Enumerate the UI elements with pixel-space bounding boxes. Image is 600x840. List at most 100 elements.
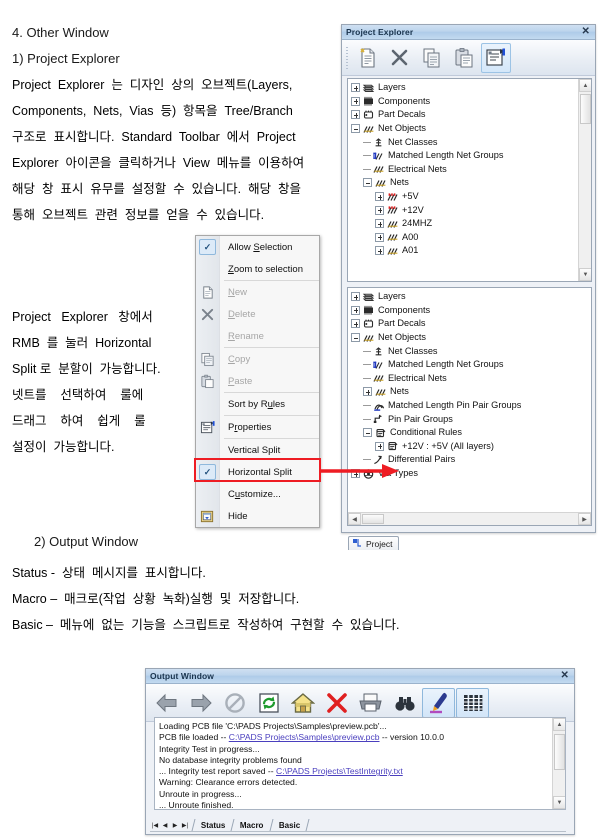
tree-item[interactable]: Net Classes [351,135,578,149]
expand-icon[interactable] [363,387,372,397]
copy-icon[interactable] [417,43,447,73]
collapse-icon[interactable] [351,333,360,343]
output-tabs-divider [150,831,566,832]
close-icon[interactable]: ✕ [561,671,570,681]
expand-icon[interactable] [375,246,384,256]
tree-bottom-horizontal-scrollbar[interactable]: ◀ ▶ [348,512,591,525]
scroll-up-icon[interactable]: ▲ [553,718,565,731]
collapse-icon[interactable] [363,428,372,438]
tree-item[interactable]: +12V [351,203,578,217]
tab-project[interactable]: Project [348,536,400,550]
conditional-rules-icon [374,427,387,439]
stop-icon[interactable] [218,688,251,718]
new-icon[interactable] [353,43,383,73]
tree-item-label: Components [378,95,431,106]
menu-item-properties[interactable]: Properties [196,416,319,438]
tree-item[interactable]: Nets [351,385,591,399]
tree-item[interactable]: Net Classes [351,344,591,358]
scroll-down-icon[interactable]: ▼ [553,796,565,809]
highlight-pen-icon[interactable] [422,687,455,718]
tree-item[interactable]: Electrical Nets [351,163,578,177]
first-record-icon[interactable]: |◀ [150,820,160,831]
print-icon[interactable] [354,688,387,718]
collapse-icon[interactable] [363,178,372,188]
project-explorer-tree-top[interactable]: Layers Components Part Decals Net Objects Ne… [347,78,592,282]
expand-icon[interactable] [351,292,360,302]
prev-record-icon[interactable]: ◀ [160,820,170,831]
delete-icon[interactable] [385,43,415,73]
tree-item[interactable]: 24MHZ [351,217,578,231]
expand-icon[interactable] [351,319,360,329]
tree-item[interactable]: A01 [351,244,578,258]
tree-item[interactable]: Components [351,304,591,318]
tree-item[interactable]: Part Decals [351,317,591,331]
tree-item[interactable]: A00 [351,231,578,245]
scroll-thumb-h[interactable] [362,514,384,524]
next-record-icon[interactable]: ▶ [170,820,180,831]
tree-item[interactable]: Conditional Rules [351,426,591,440]
expand-icon[interactable] [375,219,384,229]
scroll-thumb[interactable] [554,734,565,770]
tree-item[interactable]: Matched Length Pin Pair Groups [351,399,591,413]
toolbar-grip[interactable] [345,44,350,71]
tree-item[interactable]: Electrical Nets [351,372,591,386]
tree-item[interactable]: Components [351,95,578,109]
output-tab-basic[interactable]: Basic [270,819,310,831]
tree-item[interactable]: Nets [351,176,578,190]
forward-arrow-icon[interactable] [184,688,217,718]
menu-item-sort-by-rules[interactable]: Sort by Rules [196,393,319,415]
output-tab-label: Macro [240,820,265,830]
grid-icon[interactable] [456,687,489,718]
expand-icon[interactable] [351,110,360,120]
project-explorer-window: Project Explorer ✕ Layers Components Par… [341,24,596,550]
expand-icon[interactable] [351,83,360,93]
tree-item[interactable]: Net Objects [351,122,578,136]
back-arrow-icon[interactable] [150,688,183,718]
home-icon[interactable] [286,688,319,718]
menu-item-customize[interactable]: Customize... [196,483,319,505]
matched-length-pin-pair-icon [372,400,385,412]
tree-item[interactable]: +12V : +5V (All layers) [351,440,591,454]
expand-icon[interactable] [375,441,384,451]
scroll-up-icon[interactable]: ▲ [579,79,591,92]
scroll-down-icon[interactable]: ▼ [579,268,591,281]
menu-item-hide[interactable]: Hide [196,505,319,527]
expand-icon[interactable] [375,205,384,215]
close-icon[interactable]: ✕ [582,27,591,37]
project-explorer-tree-bottom[interactable]: Layers Components Part Decals Net Objects Ne… [347,287,592,526]
output-log-panel[interactable]: Loading PCB file 'C:\PADS Projects\Sampl… [154,717,566,810]
output-tab-macro[interactable]: Macro [231,819,274,831]
expand-icon[interactable] [375,192,384,202]
expand-icon[interactable] [351,96,360,106]
properties-icon[interactable] [481,42,511,73]
output-tab-status[interactable]: Status [191,819,235,831]
menu-item-allow-selection[interactable]: ✓ Allow Selection [196,236,319,258]
refresh-icon[interactable] [252,688,285,718]
tree-item[interactable]: Layers [351,290,591,304]
tree-item-label: Electrical Nets [388,163,447,174]
tree-item[interactable]: Matched Length Net Groups [351,358,591,372]
tree-item[interactable]: Layers [351,81,578,95]
menu-item-zoom-to-selection[interactable]: Zoom to selection [196,258,319,280]
last-record-icon[interactable]: ▶| [180,820,190,831]
tree-item[interactable]: +5V [351,190,578,204]
tree-item[interactable]: Net Objects [351,331,591,345]
net-objects-icon [362,123,375,135]
delete-x-icon[interactable] [320,688,353,718]
collapse-icon[interactable] [351,124,360,134]
tree-top-vertical-scrollbar[interactable]: ▲ ▼ [578,79,591,281]
scroll-left-icon[interactable]: ◀ [348,513,361,525]
find-binoculars-icon[interactable] [388,688,421,718]
log-link[interactable]: C:\PADS Projects\Samples\preview.pcb [229,732,380,742]
tree-item[interactable]: Part Decals [351,108,578,122]
scroll-thumb[interactable] [580,94,591,124]
output-log-scrollbar[interactable]: ▲ ▼ [552,718,565,809]
paste-icon[interactable] [449,43,479,73]
tree-item[interactable]: Matched Length Net Groups [351,149,578,163]
scroll-right-icon[interactable]: ▶ [578,513,591,525]
expand-icon[interactable] [375,232,384,242]
expand-icon[interactable] [351,305,360,315]
tree-item[interactable]: Pin Pair Groups [351,412,591,426]
tree-connector [363,418,371,420]
log-link[interactable]: C:\PADS Projects\TestIntegrity.txt [276,766,403,776]
